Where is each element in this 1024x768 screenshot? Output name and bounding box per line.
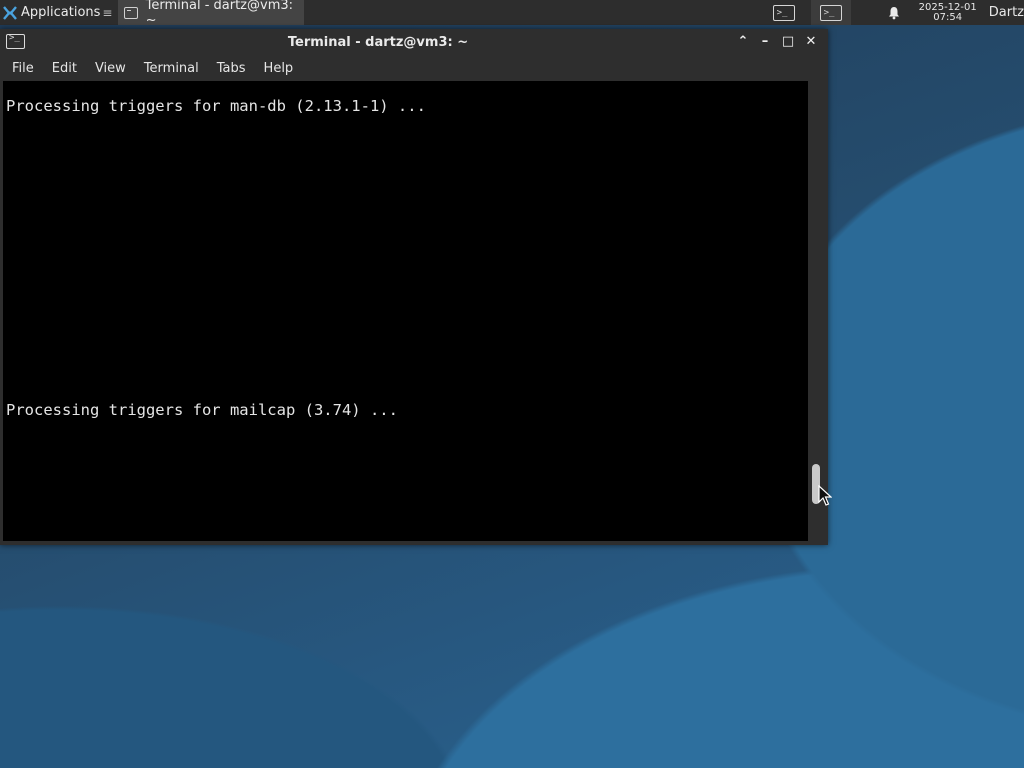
terminal-scrollbar[interactable] bbox=[808, 81, 825, 541]
menu-view[interactable]: View bbox=[89, 61, 132, 76]
minimize-button[interactable]: – bbox=[756, 33, 774, 51]
clock-time: 07:54 bbox=[933, 11, 963, 23]
menu-separator-icon: ≡ bbox=[102, 5, 113, 20]
menu-edit[interactable]: Edit bbox=[46, 61, 83, 76]
xfce-logo-icon bbox=[3, 5, 17, 20]
terminal-window: Terminal - dartz@vm3: ~ ⌃ – □ ✕ File Edi… bbox=[0, 29, 828, 545]
window-title: Terminal - dartz@vm3: ~ bbox=[287, 35, 469, 50]
close-button[interactable]: ✕ bbox=[802, 33, 820, 51]
notification-bell-icon[interactable] bbox=[887, 6, 901, 20]
applications-menu-button[interactable]: Applications ≡ bbox=[0, 0, 116, 25]
terminal-output[interactable]: Processing triggers for man-db (2.13.1-1… bbox=[3, 81, 808, 541]
terminal-icon bbox=[124, 6, 138, 19]
maximize-button[interactable]: □ bbox=[779, 33, 797, 51]
menubar: File Edit View Terminal Tabs Help bbox=[0, 56, 828, 80]
taskbar-terminal-label: Terminal - dartz@vm3: ~ bbox=[145, 0, 294, 28]
user-menu[interactable]: Dartz bbox=[989, 5, 1024, 20]
applications-label: Applications bbox=[21, 5, 101, 20]
menu-tabs[interactable]: Tabs bbox=[211, 61, 252, 76]
clock-date: 2025-12-01 bbox=[918, 1, 977, 13]
terminal-line: Processing triggers for man-db (2.13.1-1… bbox=[6, 97, 426, 115]
terminal-line: Processing triggers for mailcap (3.74) .… bbox=[6, 401, 398, 419]
taskbar-terminal-button[interactable]: Terminal - dartz@vm3: ~ bbox=[118, 0, 305, 28]
clock[interactable]: 2025-12-01 07:54 bbox=[918, 1, 977, 23]
top-panel: Applications ≡ Terminal - dartz@vm3: ~ >… bbox=[0, 0, 1024, 28]
menu-help[interactable]: Help bbox=[258, 61, 300, 76]
shade-button[interactable]: ⌃ bbox=[734, 33, 752, 51]
workspace-terminal-icon: >_ bbox=[772, 4, 795, 21]
window-titlebar[interactable]: Terminal - dartz@vm3: ~ ⌃ – □ ✕ bbox=[0, 29, 828, 56]
mouse-cursor-icon bbox=[818, 485, 832, 506]
workspace-terminal-icon: >_ bbox=[819, 4, 842, 21]
menu-terminal[interactable]: Terminal bbox=[138, 61, 205, 76]
menu-file[interactable]: File bbox=[6, 61, 40, 76]
workspace-1-button[interactable]: >_ bbox=[769, 2, 799, 24]
workspace-2-button[interactable]: >_ bbox=[810, 0, 851, 25]
